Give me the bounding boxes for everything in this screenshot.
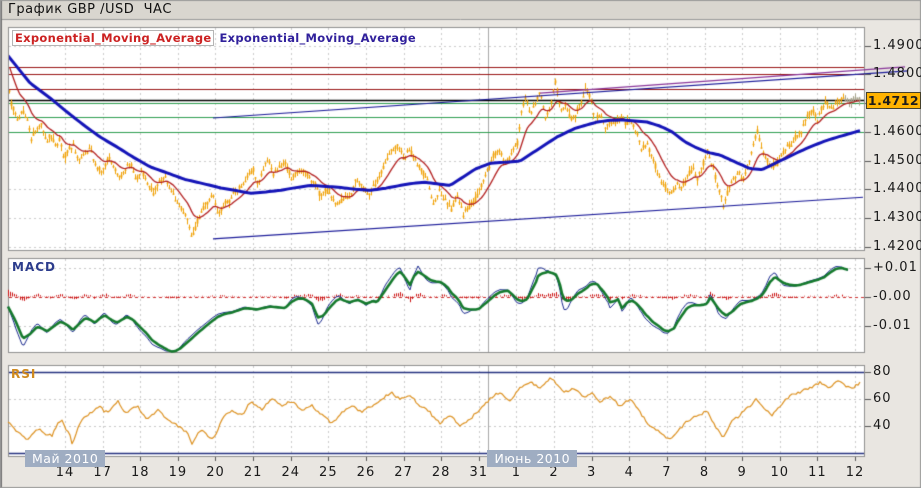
window-title-bar[interactable]: График GBP /USD ЧАС [0, 0, 921, 19]
time-axis-label: 31 [470, 465, 489, 480]
rsi-panel-label: RSI [11, 367, 36, 381]
macd-axis-label: -0.01 [873, 318, 912, 333]
window-title: График GBP /USD ЧАС [8, 2, 172, 17]
indicator-legend: Exponential_Moving_Average Exponential_Mo… [12, 30, 416, 46]
time-axis-label: 28 [432, 465, 451, 480]
time-axis-label: 3 [587, 465, 596, 480]
time-axis-label: 20 [206, 465, 225, 480]
legend-item-ema1[interactable]: Exponential_Moving_Average [12, 30, 214, 46]
time-axis-label: 14 [56, 465, 75, 480]
chart-window: График GBP /USD ЧАС Exponential_Moving_A… [0, 0, 921, 488]
time-axis-label: 7 [662, 465, 671, 480]
macd-axis-label: -0.00 [873, 289, 912, 304]
time-axis-label: 25 [319, 465, 338, 480]
rsi-axis-label: 80 [873, 364, 892, 379]
time-axis-label: 26 [357, 465, 376, 480]
time-axis-label: 27 [394, 465, 413, 480]
price-axis-label: 1.4600 [873, 124, 921, 139]
time-axis-label: 2 [549, 465, 558, 480]
price-axis-label: 1.4400 [873, 181, 921, 196]
price-axis-label: 1.4800 [873, 66, 921, 81]
macd-axis-label: +0.01 [873, 260, 918, 275]
macd-panel-label: MACD [12, 260, 56, 274]
month-badge: Июнь 2010 [487, 450, 577, 467]
time-axis-label: 1 [512, 465, 521, 480]
time-axis-label: 24 [281, 465, 300, 480]
legend-item-ema2[interactable]: Exponential_Moving_Average [219, 31, 415, 45]
current-price-tag: 1.4712 [866, 92, 921, 109]
time-axis-label: 17 [93, 465, 112, 480]
price-axis-label: 1.4900 [873, 38, 921, 53]
time-axis-label: 21 [244, 465, 263, 480]
rsi-axis-label: 40 [873, 418, 892, 433]
time-axis-label: 4 [625, 465, 634, 480]
time-axis-label: 8 [700, 465, 709, 480]
time-axis-label: 9 [738, 465, 747, 480]
time-axis-label: 10 [770, 465, 789, 480]
time-axis-label: 19 [169, 465, 188, 480]
price-axis-label: 1.4300 [873, 210, 921, 225]
time-axis-label: 18 [131, 465, 150, 480]
rsi-axis-label: 60 [873, 391, 892, 406]
month-badge: Май 2010 [25, 450, 105, 467]
time-axis-label: 11 [808, 465, 827, 480]
price-axis-label: 1.4500 [873, 153, 921, 168]
price-axis-label: 1.4200 [873, 239, 921, 254]
chart-canvas[interactable] [0, 0, 921, 488]
time-axis-label: 12 [846, 465, 865, 480]
